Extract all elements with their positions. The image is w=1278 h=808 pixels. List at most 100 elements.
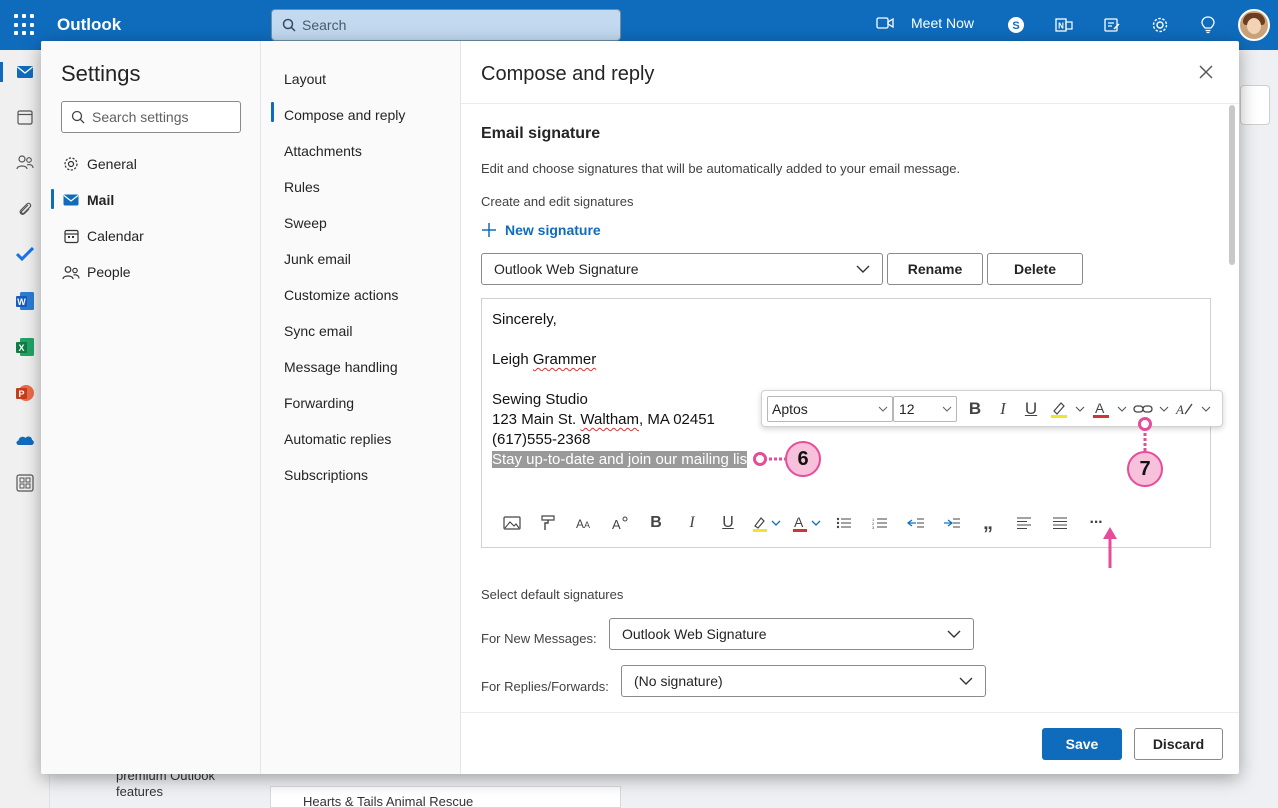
font-size-icon[interactable]: AA (566, 511, 602, 535)
signature-text: Leigh (492, 351, 533, 368)
font-size-select[interactable]: 12 (893, 395, 957, 422)
section-subscriptions[interactable]: Subscriptions (284, 467, 368, 483)
settings-title: Settings (61, 61, 141, 86)
lightbulb-icon[interactable] (1196, 13, 1220, 37)
svg-text:3: 3 (872, 525, 875, 529)
skype-icon[interactable]: S (1004, 13, 1028, 37)
section-junk-email[interactable]: Junk email (284, 251, 351, 267)
floating-format-toolbar: Aptos 12 B I U A A (761, 390, 1223, 427)
more-options-button[interactable]: ··· (1078, 511, 1114, 535)
gear-icon[interactable] (1148, 13, 1172, 37)
people-icon[interactable] (14, 151, 36, 173)
signature-text: 123 Main St. (492, 411, 581, 428)
styles-icon[interactable]: A (1171, 396, 1199, 422)
signature-select[interactable]: Outlook Web Signature (481, 253, 883, 285)
float-highlight-icon[interactable] (1045, 396, 1073, 422)
section-attachments[interactable]: Attachments (284, 143, 362, 159)
float-underline-button[interactable]: U (1017, 396, 1045, 422)
section-layout[interactable]: Layout (284, 71, 326, 87)
italic-button[interactable]: I (674, 511, 710, 535)
rename-button[interactable]: Rename (887, 253, 983, 285)
section-rules[interactable]: Rules (284, 179, 320, 195)
top-search-placeholder: Search (302, 17, 347, 33)
font-family-select[interactable]: Aptos (767, 395, 893, 422)
settings-search-input[interactable]: Search settings (61, 101, 241, 133)
delete-button[interactable]: Delete (987, 253, 1083, 285)
excel-icon[interactable]: X (14, 336, 36, 358)
decrease-indent-icon[interactable] (898, 511, 934, 535)
signature-line: Leigh Grammer (492, 351, 596, 368)
section-sync-email[interactable]: Sync email (284, 323, 352, 339)
pane-divider (461, 103, 1239, 104)
new-messages-select[interactable]: Outlook Web Signature (609, 618, 974, 650)
powerpoint-icon[interactable]: P (14, 382, 36, 404)
format-painter-icon[interactable] (530, 511, 566, 535)
chevron-down-icon[interactable] (1157, 406, 1171, 412)
float-font-color-icon[interactable]: A (1087, 396, 1115, 422)
settings-category-general[interactable]: General (61, 152, 137, 176)
mail-icon[interactable] (14, 61, 36, 83)
chevron-down-icon[interactable] (1115, 406, 1129, 412)
align-left-icon[interactable] (1006, 511, 1042, 535)
font-color-icon[interactable]: A (786, 511, 826, 535)
onedrive-icon[interactable] (14, 428, 36, 450)
calendar-icon[interactable] (14, 106, 36, 128)
save-button[interactable]: Save (1042, 728, 1122, 760)
highlight-icon[interactable] (746, 511, 786, 535)
chevron-down-icon (942, 406, 952, 412)
increase-indent-icon[interactable] (934, 511, 970, 535)
section-message-handling[interactable]: Message handling (284, 359, 398, 375)
discard-button[interactable]: Discard (1134, 728, 1223, 760)
close-icon[interactable] (1197, 63, 1215, 81)
pane-scrollbar[interactable] (1229, 105, 1235, 265)
text-effects-icon[interactable]: A (602, 511, 638, 535)
new-signature-button[interactable]: New signature (481, 222, 601, 238)
mail-icon (61, 194, 81, 206)
more-apps-icon[interactable] (14, 472, 36, 494)
section-active-indicator (271, 102, 274, 122)
chevron-down-icon (947, 630, 961, 638)
category-label: General (87, 156, 137, 172)
section-compose-and-reply[interactable]: Compose and reply (284, 107, 405, 123)
replies-select[interactable]: (No signature) (621, 665, 986, 697)
justify-icon[interactable] (1042, 511, 1078, 535)
chevron-down-icon[interactable] (1073, 406, 1087, 412)
float-italic-button[interactable]: I (989, 396, 1017, 422)
settings-category-people[interactable]: People (61, 260, 131, 284)
section-sweep[interactable]: Sweep (284, 215, 327, 231)
teams-icon[interactable]: N (1052, 13, 1076, 37)
image-icon[interactable] (494, 511, 530, 535)
app-launcher-icon[interactable] (14, 14, 36, 36)
settings-categories-panel: Settings Search settings General Mail Ca… (41, 41, 261, 774)
note-feedback-icon[interactable] (1100, 13, 1124, 37)
callout-step-6: 6 (785, 441, 821, 477)
todo-icon[interactable] (14, 243, 36, 265)
quote-button[interactable]: „ (970, 511, 1006, 535)
settings-category-mail[interactable]: Mail (61, 188, 114, 212)
new-signature-label: New signature (505, 222, 601, 238)
mail-sections-panel: Layout Compose and reply Attachments Rul… (261, 41, 461, 774)
word-icon[interactable]: W (14, 290, 36, 312)
float-bold-button[interactable]: B (961, 396, 989, 422)
underline-button[interactable]: U (710, 511, 746, 535)
bold-button[interactable]: B (638, 511, 674, 535)
section-customize-actions[interactable]: Customize actions (284, 287, 398, 303)
avatar[interactable] (1238, 9, 1270, 41)
paperclip-icon[interactable] (14, 198, 36, 220)
settings-dialog: Settings Search settings General Mail Ca… (41, 41, 1239, 774)
meet-now-button[interactable]: Meet Now (876, 15, 974, 31)
top-search-box[interactable]: Search (271, 9, 621, 41)
settings-search-placeholder: Search settings (92, 109, 189, 125)
settings-category-calendar[interactable]: Calendar (61, 224, 144, 248)
svg-text:A: A (612, 517, 621, 531)
section-automatic-replies[interactable]: Automatic replies (284, 431, 391, 447)
chevron-down-icon[interactable] (1199, 406, 1213, 412)
signature-line: Sewing Studio (492, 391, 588, 408)
numbering-icon[interactable]: 123 (862, 511, 898, 535)
replies-value: (No signature) (634, 673, 723, 689)
font-family-value: Aptos (772, 400, 808, 417)
bullets-icon[interactable] (826, 511, 862, 535)
background-message-subject: Hearts & Tails Animal Rescue (303, 794, 474, 808)
category-label: People (87, 264, 131, 280)
section-forwarding[interactable]: Forwarding (284, 395, 354, 411)
